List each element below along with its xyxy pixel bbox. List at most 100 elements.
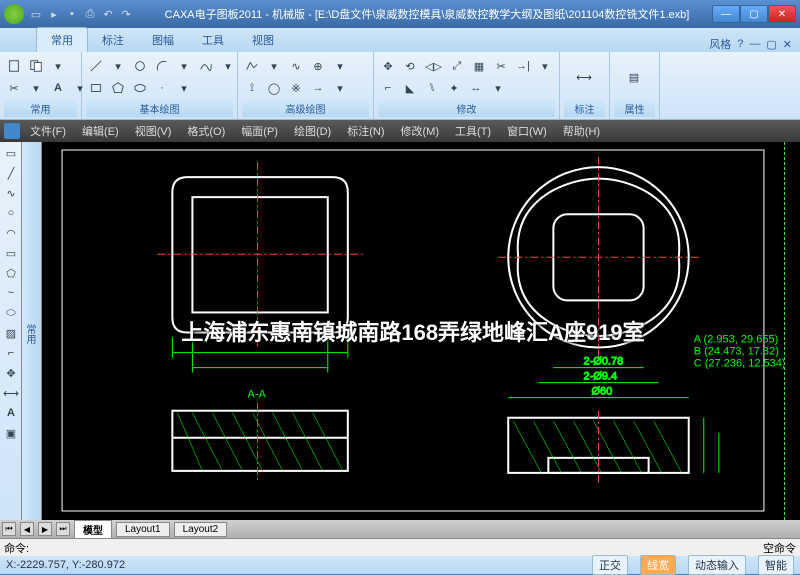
tellipse-icon[interactable]: ⬭: [2, 304, 20, 322]
help-icon[interactable]: ?: [737, 38, 743, 50]
doc-close-icon[interactable]: ✕: [783, 38, 792, 51]
point-icon[interactable]: ·: [152, 78, 172, 98]
scroll-last-icon[interactable]: ⏭: [56, 522, 70, 536]
arrow-icon[interactable]: →: [308, 78, 328, 98]
tdim-icon[interactable]: ⟷: [2, 384, 20, 402]
menu-modify[interactable]: 修改(M): [395, 121, 446, 141]
menu-view[interactable]: 视图(V): [129, 121, 178, 141]
break-icon[interactable]: ⑊: [422, 78, 442, 98]
doc-minimize-icon[interactable]: —: [749, 38, 760, 50]
spline-icon[interactable]: [196, 56, 216, 76]
ellipse-icon[interactable]: [130, 78, 150, 98]
wave-icon[interactable]: ∿: [286, 56, 306, 76]
tarc-icon[interactable]: ◠: [2, 224, 20, 242]
menu-draw[interactable]: 绘图(D): [288, 121, 337, 141]
tab-model[interactable]: 模型: [74, 520, 112, 539]
mirror-icon[interactable]: ◁▷: [422, 56, 445, 76]
tab-layout2[interactable]: Layout2: [174, 522, 228, 537]
d5-icon[interactable]: ▾: [330, 56, 350, 76]
prop-icon[interactable]: ▤: [614, 57, 654, 97]
d10-icon[interactable]: ▾: [330, 78, 350, 98]
spline2-icon[interactable]: ▾: [218, 56, 238, 76]
tab-annotate[interactable]: 标注: [88, 28, 138, 52]
print-icon[interactable]: ⎙: [82, 6, 98, 22]
menu-tools[interactable]: 工具(T): [449, 121, 497, 141]
copy-icon[interactable]: [26, 56, 46, 76]
menu-file[interactable]: 文件(F): [24, 121, 72, 141]
paint-icon[interactable]: ▾: [48, 56, 68, 76]
style-label[interactable]: 风格: [709, 36, 731, 52]
tab-tools[interactable]: 工具: [188, 28, 238, 52]
scroll-first-icon[interactable]: ⏮: [2, 522, 16, 536]
scroll-next-icon[interactable]: ▶: [38, 522, 52, 536]
maximize-button[interactable]: ▢: [740, 5, 768, 23]
tpoly-icon[interactable]: ⬠: [2, 264, 20, 282]
tab-layout1[interactable]: Layout1: [116, 522, 170, 537]
rotate-icon[interactable]: ⟲: [400, 56, 420, 76]
fillet-icon[interactable]: ⌐: [378, 78, 398, 98]
array-icon[interactable]: ▦: [469, 56, 489, 76]
pline-icon[interactable]: [242, 56, 262, 76]
close-button[interactable]: ✕: [768, 5, 796, 23]
redo-icon[interactable]: ↷: [118, 6, 134, 22]
status-dyninput[interactable]: 动态输入: [688, 555, 746, 575]
brush-icon[interactable]: ▾: [26, 78, 46, 98]
thatch-icon[interactable]: ▨: [2, 324, 20, 342]
rect-icon[interactable]: [86, 78, 106, 98]
polygon-icon[interactable]: [108, 78, 128, 98]
slot-icon[interactable]: ⟟: [242, 78, 262, 98]
tmove-icon[interactable]: ✥: [2, 364, 20, 382]
tblock-icon[interactable]: ▣: [2, 424, 20, 442]
tspline-icon[interactable]: ~: [2, 284, 20, 302]
cloud-icon[interactable]: ▾: [264, 56, 284, 76]
status-ortho[interactable]: 正交: [592, 555, 628, 575]
circle-icon[interactable]: [130, 56, 150, 76]
hatch-icon[interactable]: ▾: [174, 78, 194, 98]
save-icon[interactable]: ▪: [64, 6, 80, 22]
tcircle-icon[interactable]: ○: [2, 204, 20, 222]
menu-window[interactable]: 窗口(W): [501, 121, 553, 141]
scroll-prev-icon[interactable]: ◀: [20, 522, 34, 536]
tab-common[interactable]: 常用: [36, 27, 88, 52]
tline-icon[interactable]: ╱: [2, 164, 20, 182]
ttext-icon[interactable]: A: [2, 404, 20, 422]
scale-icon[interactable]: ⤢: [447, 56, 467, 76]
menu-edit[interactable]: 编辑(E): [76, 121, 125, 141]
command-line[interactable]: 命令: 空命令: [0, 538, 800, 556]
offset-icon[interactable]: ▾: [535, 56, 555, 76]
sel-icon[interactable]: ▭: [2, 144, 20, 162]
trim-icon[interactable]: ✂: [491, 56, 511, 76]
align-icon[interactable]: ▾: [488, 78, 508, 98]
dim-icon[interactable]: ⟷: [564, 57, 604, 97]
tab-view[interactable]: 视图: [238, 28, 288, 52]
drawing-canvas[interactable]: A-A 2-Ø0.78 2-Ø9.4 Ø60 A (2.953, 29.6: [42, 142, 784, 520]
undo-icon[interactable]: ↶: [100, 6, 116, 22]
axis-icon[interactable]: ⊕: [308, 56, 328, 76]
ttrim-icon[interactable]: ⌐: [2, 344, 20, 362]
menu-format[interactable]: 格式(O): [181, 121, 231, 141]
tab-frame[interactable]: 图幅: [138, 28, 188, 52]
open-icon[interactable]: ▸: [46, 6, 62, 22]
extend-icon[interactable]: →|: [513, 56, 533, 76]
cut-icon[interactable]: ✂: [4, 78, 24, 98]
hole-icon[interactable]: ◯: [264, 78, 284, 98]
arc-icon[interactable]: [152, 56, 172, 76]
tpline-icon[interactable]: ∿: [2, 184, 20, 202]
paste-icon[interactable]: [4, 56, 24, 76]
line2-icon[interactable]: ▾: [108, 56, 128, 76]
status-lineweight[interactable]: 线宽: [640, 555, 676, 575]
doc-restore-icon[interactable]: ▢: [766, 38, 776, 51]
gear-icon[interactable]: ※: [286, 78, 306, 98]
minimize-button[interactable]: —: [712, 5, 740, 23]
new-icon[interactable]: ▭: [28, 6, 44, 22]
stretch-icon[interactable]: ↔: [466, 78, 486, 98]
chamfer-icon[interactable]: ◣: [400, 78, 420, 98]
menu-help[interactable]: 帮助(H): [557, 121, 606, 141]
menu-dim[interactable]: 标注(N): [341, 121, 390, 141]
trect-icon[interactable]: ▭: [2, 244, 20, 262]
app-logo-icon[interactable]: [4, 4, 24, 24]
status-snap[interactable]: 智能: [758, 555, 794, 575]
text-icon[interactable]: A: [48, 78, 68, 98]
arc2-icon[interactable]: ▾: [174, 56, 194, 76]
explode-icon[interactable]: ✦: [444, 78, 464, 98]
